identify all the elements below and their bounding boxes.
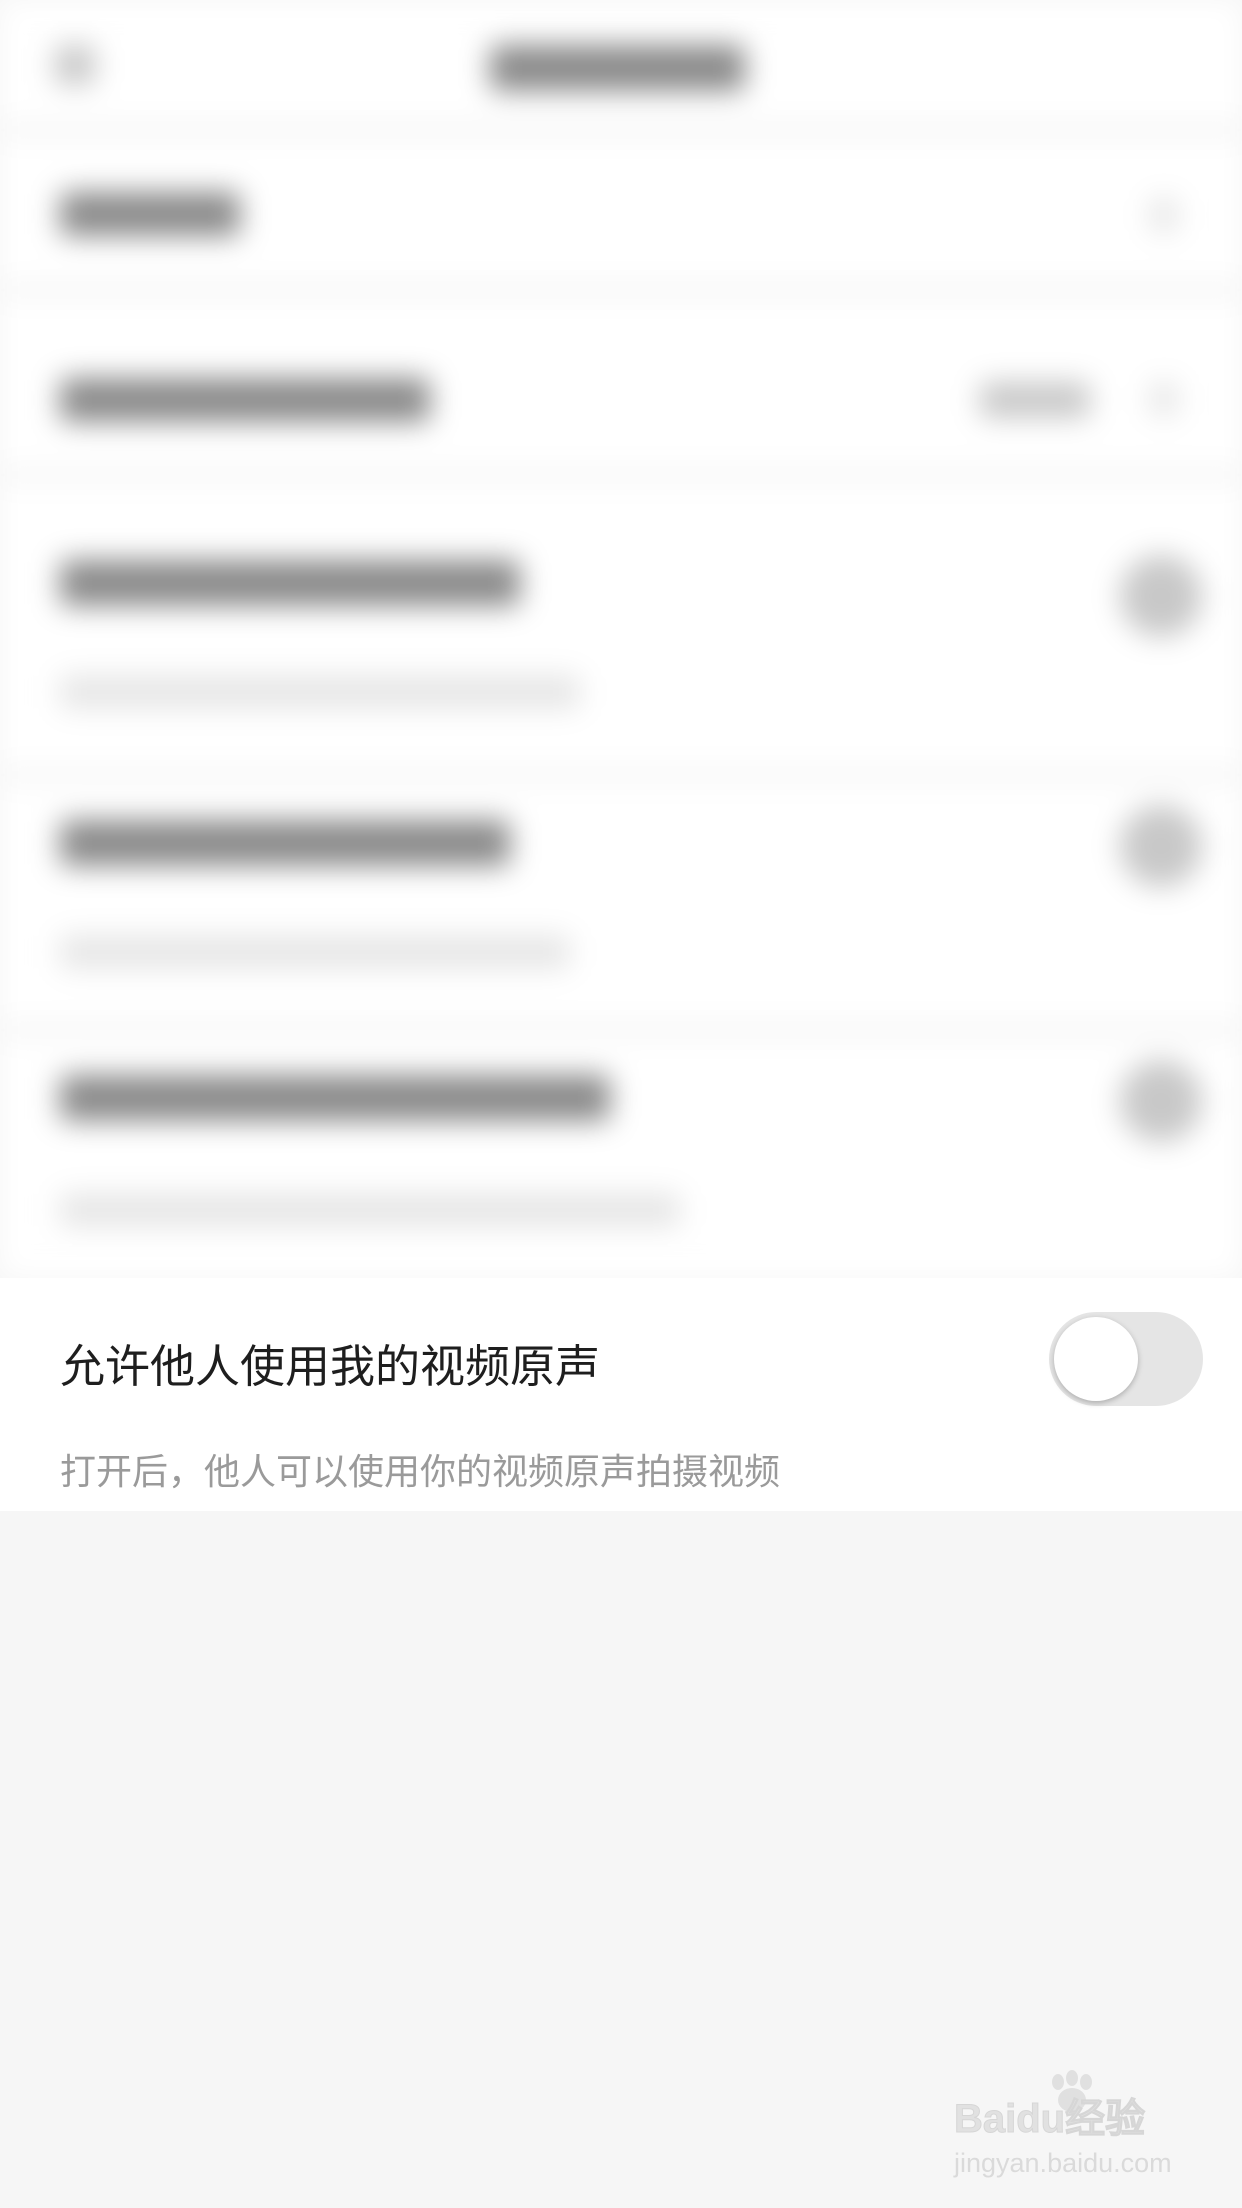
blurred-settings-list bbox=[0, 0, 1242, 1278]
row-4-label-placeholder bbox=[60, 820, 510, 866]
row-2-label-placeholder bbox=[60, 378, 430, 422]
row-1-chevron bbox=[1150, 198, 1178, 232]
baidu-jingyan-watermark: Baidu经验 jingyan.baidu.com bbox=[950, 2070, 1190, 2190]
row-2-value-placeholder bbox=[980, 382, 1090, 418]
toggle-knob bbox=[1054, 1317, 1138, 1401]
row-3-desc-placeholder bbox=[60, 675, 580, 709]
row-2-chevron bbox=[1150, 382, 1178, 416]
row-5-desc-placeholder bbox=[60, 1193, 680, 1227]
page-title-placeholder bbox=[490, 45, 745, 91]
original-sound-setting-title: 允许他人使用我的视频原声 bbox=[60, 1340, 601, 1393]
row-5-toggle-placeholder bbox=[1120, 1060, 1202, 1142]
row-3-toggle-placeholder bbox=[1120, 555, 1202, 637]
row-4-toggle-placeholder bbox=[1120, 805, 1202, 887]
back-icon bbox=[55, 45, 95, 85]
row-4-desc-placeholder bbox=[60, 935, 570, 969]
watermark-url: jingyan.baidu.com bbox=[954, 2148, 1172, 2178]
row-5-label-placeholder bbox=[60, 1075, 610, 1121]
row-3-label-placeholder bbox=[60, 560, 520, 606]
row-1-label-placeholder bbox=[60, 192, 240, 236]
watermark-logo-text: Baidu经验 bbox=[954, 2097, 1145, 2140]
original-sound-setting-description: 打开后，他人可以使用你的视频原声拍摄视频 bbox=[60, 1452, 781, 1493]
baidu-paw-logo: Baidu经验 bbox=[954, 2070, 1146, 2140]
original-sound-toggle[interactable] bbox=[1049, 1312, 1203, 1406]
